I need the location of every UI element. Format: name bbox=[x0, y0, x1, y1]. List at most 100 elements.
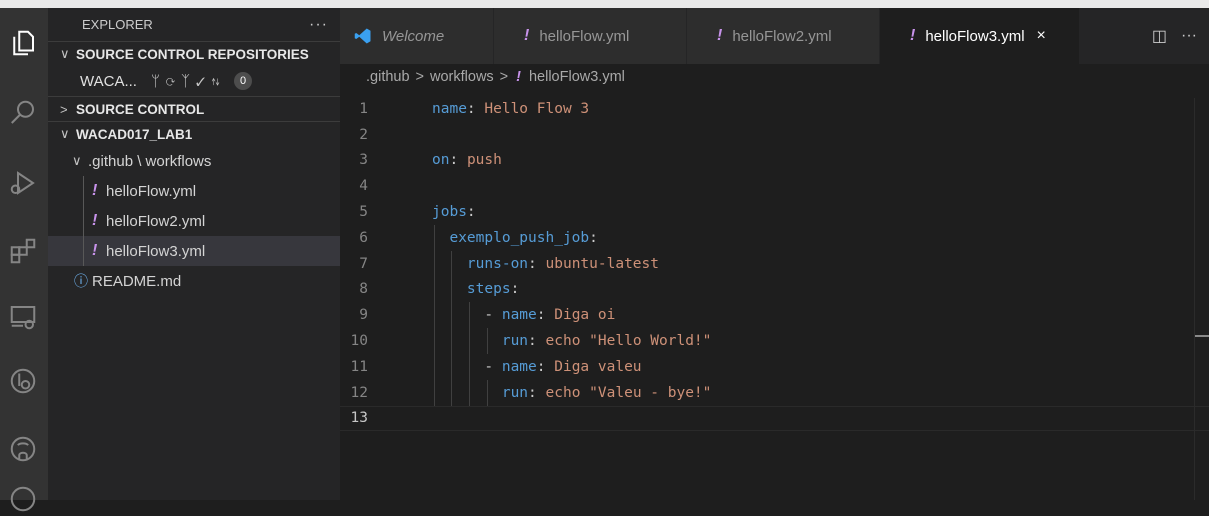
branch-icon[interactable]: ᛘ bbox=[151, 73, 166, 90]
line-number: 2 bbox=[359, 126, 368, 143]
yaml-file-icon: ! bbox=[910, 27, 916, 44]
breadcrumb-file[interactable]: helloFlow3.yml bbox=[529, 69, 625, 85]
code-line: 8 steps: bbox=[340, 276, 1209, 303]
tree-file-helloflow[interactable]: ! helloFlow.yml bbox=[48, 176, 340, 206]
breadcrumb-separator: > bbox=[499, 69, 509, 85]
line-number: 7 bbox=[359, 255, 368, 272]
code-line: 6 exemplo_push_job: bbox=[340, 224, 1209, 251]
breadcrumb-workflows[interactable]: workflows bbox=[430, 69, 494, 85]
tab-label: Welcome bbox=[382, 27, 445, 45]
code-line: 1 name: Hello Flow 3 bbox=[340, 96, 1209, 122]
pull-request-icon[interactable]: ⇅ bbox=[211, 73, 226, 90]
tree-file-readme[interactable]: ⓘ README.md bbox=[48, 266, 340, 296]
tab-helloflow2[interactable]: ! helloFlow2.yml bbox=[687, 8, 880, 64]
code-line: 4 bbox=[340, 173, 1209, 199]
close-icon[interactable]: × bbox=[1037, 27, 1046, 45]
line-number: 5 bbox=[359, 204, 368, 221]
accounts-icon[interactable] bbox=[6, 482, 40, 516]
split-editor-icon[interactable]: ◫ bbox=[1152, 26, 1167, 46]
repository-row[interactable]: WACA... ᛘ⟳ᛉ✓⇅ 0 bbox=[48, 66, 340, 96]
vertical-scrollbar[interactable] bbox=[1194, 98, 1209, 500]
code-text: - name: Diga oi bbox=[432, 307, 616, 324]
line-number: 1 bbox=[359, 100, 368, 117]
tree-file-helloflow2[interactable]: ! helloFlow2.yml bbox=[48, 206, 340, 236]
code-text: run: echo "Valeu - bye!" bbox=[501, 384, 712, 401]
tree-folder-workflows[interactable]: ∨ .github \ workflows bbox=[48, 146, 340, 176]
tab-actions: ◫ ··· bbox=[1152, 8, 1197, 64]
editor-area: Welcome ! helloFlow.yml ! helloFlow2.yml… bbox=[340, 8, 1209, 500]
chevron-down-icon: ∨ bbox=[60, 126, 70, 141]
code-text: - name: Diga valeu bbox=[432, 358, 642, 375]
file-label: README.md bbox=[92, 272, 182, 290]
extensions-icon[interactable] bbox=[6, 234, 40, 268]
graph-icon[interactable]: ᛉ bbox=[181, 73, 196, 90]
explorer-icon[interactable] bbox=[6, 26, 40, 60]
yaml-file-icon: ! bbox=[92, 242, 98, 259]
section-label: SOURCE CONTROL bbox=[76, 101, 205, 117]
pull-requests-icon[interactable] bbox=[6, 364, 40, 398]
explorer-header: EXPLORER ··· bbox=[48, 8, 340, 41]
code-line: 10 run: echo "Hello World!" bbox=[340, 328, 1209, 354]
breadcrumb-github[interactable]: .github bbox=[366, 69, 410, 85]
section-project[interactable]: ∨ WACAD017_LAB1 bbox=[48, 121, 340, 146]
code-editor[interactable]: 1 name: Hello Flow 3 2 3 on: push 4 5 jo… bbox=[340, 96, 1209, 432]
tab-welcome[interactable]: Welcome bbox=[340, 8, 494, 64]
info-icon: ⓘ bbox=[74, 273, 88, 289]
section-label: WACAD017_LAB1 bbox=[76, 126, 193, 142]
code-text: exemplo_push_job: bbox=[449, 229, 598, 246]
section-scm-repositories[interactable]: ∨ SOURCE CONTROL REPOSITORIES bbox=[48, 41, 340, 66]
run-debug-icon[interactable] bbox=[6, 166, 40, 200]
search-icon[interactable] bbox=[6, 96, 40, 130]
file-label: helloFlow2.yml bbox=[106, 212, 206, 230]
code-line: 12 run: echo "Valeu - bye!" bbox=[340, 379, 1209, 406]
more-actions-icon[interactable]: ··· bbox=[309, 16, 328, 34]
title-strip bbox=[0, 0, 1209, 8]
changes-badge: 0 bbox=[234, 72, 253, 90]
tab-bar: Welcome ! helloFlow.yml ! helloFlow2.yml… bbox=[340, 8, 1209, 64]
explorer-title: EXPLORER bbox=[82, 17, 153, 32]
code-text: name: Hello Flow 3 bbox=[432, 100, 590, 117]
tab-label: helloFlow.yml bbox=[539, 27, 630, 45]
line-number: 8 bbox=[359, 281, 368, 298]
yaml-file-icon: ! bbox=[92, 182, 98, 199]
code-line: 9 - name: Diga oi bbox=[340, 302, 1209, 329]
commit-check-icon[interactable]: ✓ bbox=[196, 73, 211, 90]
folder-label: .github \ workflows bbox=[88, 152, 212, 170]
tab-label: helloFlow3.yml bbox=[925, 27, 1025, 45]
chevron-down-icon: ∨ bbox=[60, 46, 70, 61]
line-number: 13 bbox=[350, 410, 368, 427]
file-label: helloFlow3.yml bbox=[106, 242, 206, 260]
activity-bar bbox=[0, 8, 48, 512]
vscode-icon bbox=[354, 28, 371, 44]
sync-icon[interactable]: ⟳ bbox=[166, 73, 181, 90]
yaml-file-icon: ! bbox=[516, 69, 521, 85]
tree-file-helloflow3[interactable]: ! helloFlow3.yml bbox=[48, 236, 340, 266]
line-number: 6 bbox=[359, 229, 368, 246]
line-number: 12 bbox=[350, 384, 368, 401]
indent-guide bbox=[83, 176, 84, 206]
repo-name: WACA... bbox=[80, 72, 137, 90]
code-text: on: push bbox=[432, 152, 502, 169]
explorer-sidebar: EXPLORER ··· ∨ SOURCE CONTROL REPOSITORI… bbox=[48, 8, 340, 500]
yaml-file-icon: ! bbox=[92, 212, 98, 229]
tab-helloflow3[interactable]: ! helloFlow3.yml × bbox=[880, 8, 1080, 64]
yaml-file-icon: ! bbox=[717, 27, 723, 44]
code-text: jobs: bbox=[432, 204, 476, 221]
code-text: steps: bbox=[466, 281, 520, 298]
tab-label: helloFlow2.yml bbox=[732, 27, 832, 45]
section-source-control[interactable]: > SOURCE CONTROL bbox=[48, 96, 340, 121]
code-line-current: 13 bbox=[340, 405, 1209, 432]
more-actions-icon[interactable]: ··· bbox=[1181, 27, 1197, 45]
code-text: run: echo "Hello World!" bbox=[501, 333, 712, 350]
indent-guide bbox=[83, 206, 84, 236]
yaml-file-icon: ! bbox=[524, 27, 530, 44]
tab-helloflow[interactable]: ! helloFlow.yml bbox=[494, 8, 687, 64]
section-label: SOURCE CONTROL REPOSITORIES bbox=[76, 46, 309, 62]
line-number: 4 bbox=[359, 178, 368, 195]
chevron-down-icon: ∨ bbox=[72, 153, 82, 168]
github-icon[interactable] bbox=[6, 432, 40, 466]
remote-explorer-icon[interactable] bbox=[6, 300, 40, 334]
file-label: helloFlow.yml bbox=[106, 182, 197, 200]
line-number: 3 bbox=[359, 152, 368, 169]
line-number: 11 bbox=[350, 358, 368, 375]
